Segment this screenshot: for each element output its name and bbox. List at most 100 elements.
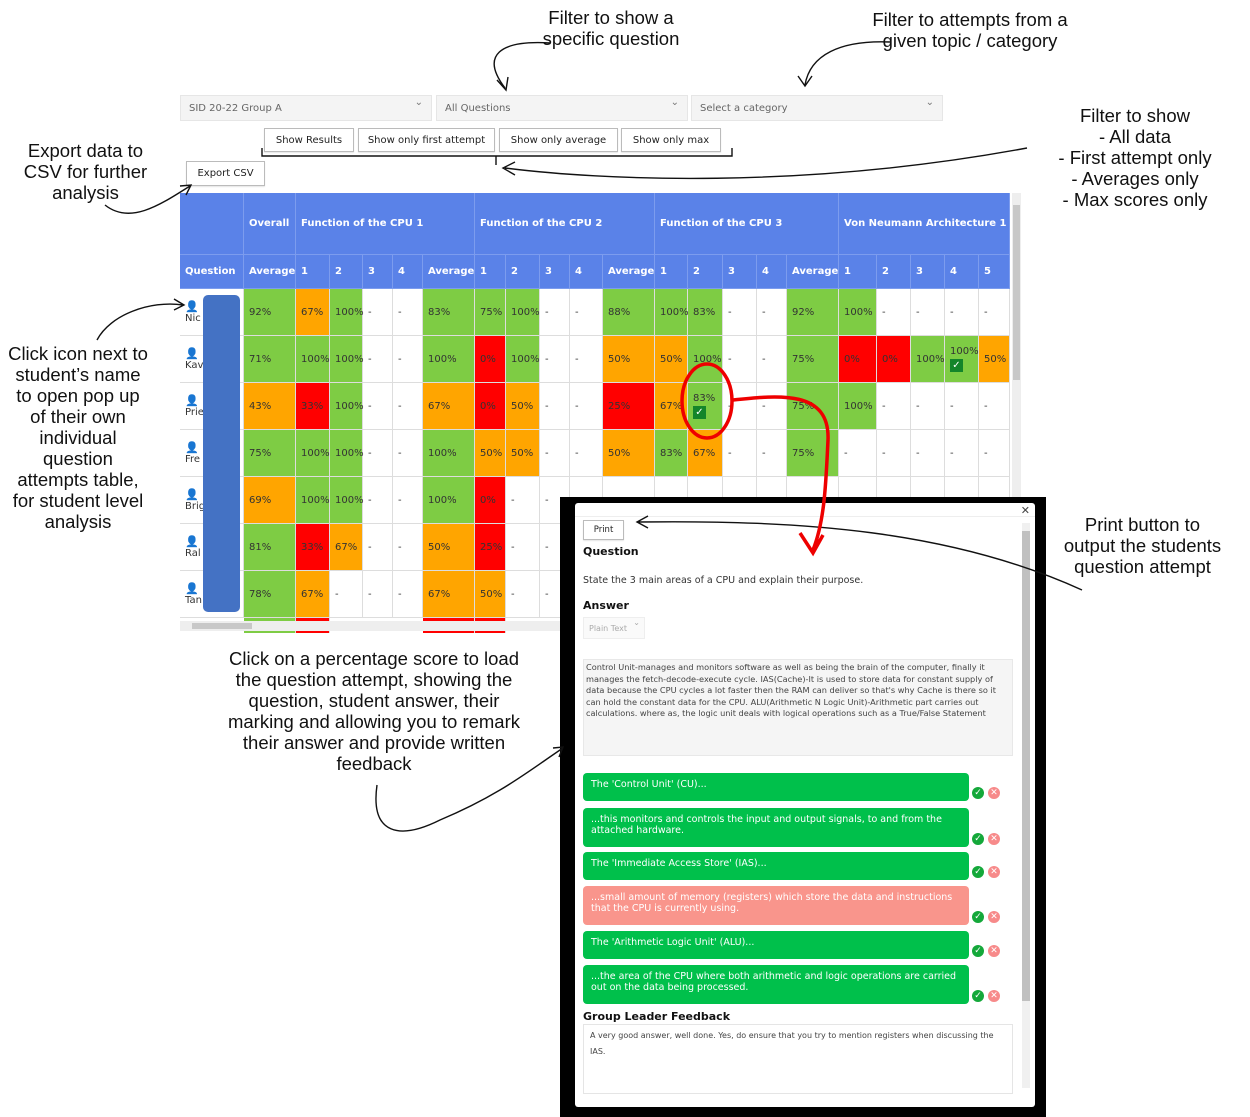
score-cell[interactable]: 50% [475,571,506,618]
score-cell[interactable]: 100% [423,477,475,524]
score-cell[interactable]: 0% [475,477,506,524]
score-cell[interactable]: 71% [244,336,296,383]
question-select[interactable]: All Questions ⌄ [436,95,688,121]
score-cell[interactable]: 100% [330,383,364,430]
reject-x-icon[interactable]: ✕ [988,911,1000,923]
reject-x-icon[interactable]: ✕ [988,990,1000,1002]
score-cell[interactable]: 83% ✓ [688,383,723,430]
student-profile-icon[interactable]: 👤 [185,582,199,595]
column-header: 1 [655,255,688,289]
scrollbar-thumb[interactable] [1022,531,1030,1001]
score-cell[interactable]: 75% [244,430,296,477]
score-cell[interactable]: 81% [244,524,296,571]
scrollbar-thumb[interactable] [192,623,252,629]
score-cell[interactable]: 100% [839,289,877,336]
student-profile-icon[interactable]: 👤 [185,488,199,501]
score-cell[interactable]: 88% [603,289,655,336]
category-select[interactable]: Select a category ⌄ [691,95,943,121]
table-horizontal-scrollbar[interactable] [180,621,560,631]
score-cell[interactable]: 100% ✓ [945,336,979,383]
score-cell[interactable]: 100% [296,430,330,477]
reject-x-icon[interactable]: ✕ [988,866,1000,878]
score-cell[interactable]: 75% [787,383,839,430]
score-cell[interactable]: 25% [475,524,506,571]
score-cell[interactable]: 67% [688,430,723,477]
score-cell[interactable]: 67% [296,289,330,336]
award-check-icon[interactable]: ✓ [972,787,984,799]
score-cell[interactable]: 0% [475,336,506,383]
score-cell[interactable]: 33% [296,383,330,430]
reject-x-icon[interactable]: ✕ [988,787,1000,799]
group-select[interactable]: SID 20-22 Group A ⌄ [180,95,432,121]
student-profile-icon[interactable]: 👤 [185,300,199,313]
score-cell[interactable]: 100% [506,289,540,336]
score-cell[interactable]: 100% [296,336,330,383]
score-cell[interactable]: 100% [330,430,364,477]
score-cell[interactable]: 100% [423,430,475,477]
award-check-icon[interactable]: ✓ [972,833,984,845]
award-check-icon[interactable]: ✓ [972,911,984,923]
score-cell[interactable]: 50% [603,336,655,383]
score-cell[interactable]: 100% [506,336,540,383]
score-cell[interactable]: 92% [244,289,296,336]
format-select[interactable]: Plain Text ⌄ [583,617,645,639]
score-cell[interactable]: 75% [787,430,839,477]
score-cell[interactable]: 50% [603,430,655,477]
show-average-button[interactable]: Show only average [499,128,618,152]
score-cell[interactable]: 100% [296,477,330,524]
score-cell[interactable]: 50% [475,430,506,477]
score-cell[interactable]: 50% [506,430,540,477]
score-cell[interactable]: 33% [296,524,330,571]
popup-scrollbar[interactable] [1022,523,1030,1088]
student-profile-icon[interactable]: 👤 [185,394,199,407]
score-cell[interactable]: 67% [423,571,475,618]
score-cell[interactable]: 43% [244,383,296,430]
score-cell[interactable]: 0% [877,336,911,383]
score-cell[interactable]: 67% [655,383,688,430]
score-cell[interactable]: 0% [475,383,506,430]
score-cell[interactable]: 25% [603,383,655,430]
annotation-view-item: - All data [1099,126,1171,147]
group-header: Von Neumann Architecture 1 [839,193,1010,255]
award-check-icon[interactable]: ✓ [972,945,984,957]
reject-x-icon[interactable]: ✕ [988,833,1000,845]
award-check-icon[interactable]: ✓ [972,866,984,878]
export-csv-button[interactable]: Export CSV [186,161,265,186]
score-cell[interactable]: 67% [330,524,363,571]
score-cell[interactable]: 92% [787,289,839,336]
score-cell[interactable]: 83% [655,430,688,477]
score-cell[interactable]: 100% [688,336,723,383]
award-check-icon[interactable]: ✓ [972,990,984,1002]
score-cell[interactable]: 75% [787,336,839,383]
score-cell[interactable]: 100% [423,336,475,383]
score-cell[interactable]: 67% [296,571,330,618]
answer-textarea[interactable]: Control Unit-manages and monitors softwa… [583,659,1013,756]
score-cell[interactable]: 100% [655,289,689,336]
score-cell[interactable]: 50% [655,336,688,383]
score-cell[interactable]: 100% [330,477,364,524]
student-profile-icon[interactable]: 👤 [185,535,199,548]
show-results-button[interactable]: Show Results [264,128,354,152]
score-cell[interactable]: 50% [979,336,1010,383]
reject-x-icon[interactable]: ✕ [988,945,1000,957]
score-cell[interactable]: 50% [506,383,540,430]
score-cell[interactable]: 78% [244,571,296,618]
score-cell[interactable]: 100% [911,336,945,383]
score-cell[interactable]: 100% [330,289,364,336]
print-button[interactable]: Print [583,520,624,540]
scrollbar-thumb[interactable] [1013,205,1020,380]
score-cell[interactable]: 67% [423,383,475,430]
feedback-textarea[interactable]: A very good answer, well done. Yes, do e… [583,1024,1013,1094]
score-cell[interactable]: 100% [330,336,364,383]
score-cell[interactable]: 50% [423,524,475,571]
score-cell[interactable]: 83% [688,289,723,336]
show-max-button[interactable]: Show only max [621,128,721,152]
score-cell[interactable]: 69% [244,477,296,524]
score-cell[interactable]: 100% [839,383,877,430]
score-cell[interactable]: 75% [475,289,506,336]
student-profile-icon[interactable]: 👤 [185,347,199,360]
score-cell[interactable]: 0% [839,336,877,383]
student-profile-icon[interactable]: 👤 [185,441,199,454]
show-first-attempt-button[interactable]: Show only first attempt [358,128,495,152]
score-cell[interactable]: 83% [423,289,475,336]
